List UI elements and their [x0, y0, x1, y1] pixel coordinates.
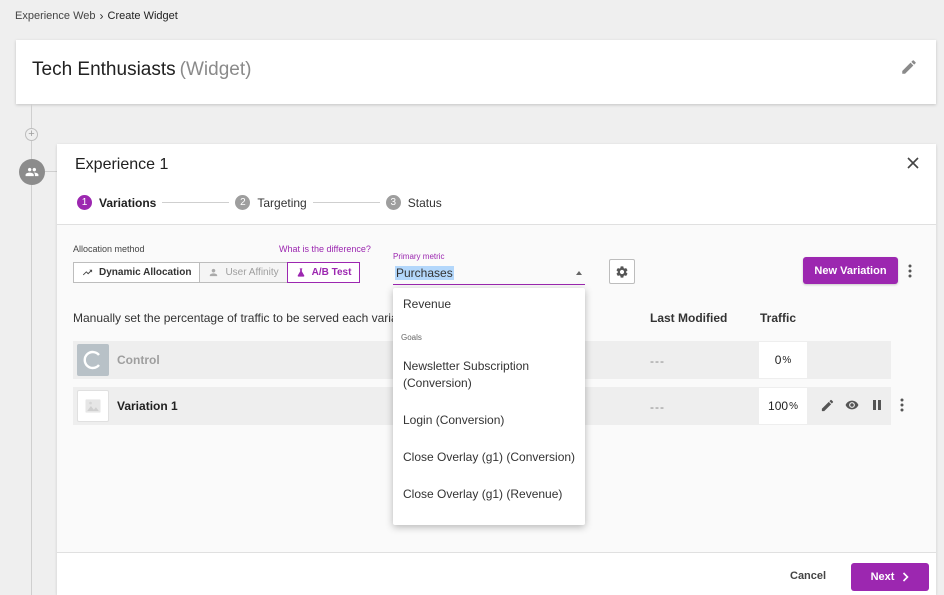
step-number: 2 — [235, 195, 251, 210]
breadcrumb-separator: › — [99, 9, 104, 23]
user-affinity-icon — [210, 268, 218, 277]
page-title: Tech Enthusiasts (Widget) — [32, 59, 251, 81]
next-button-label: Next — [870, 571, 895, 583]
user-affinity-button[interactable]: User Affinity — [200, 262, 287, 283]
primary-metric-label: Primary metric — [393, 252, 445, 261]
last-modified-value: --- — [650, 400, 665, 414]
step-label: Variations — [99, 195, 157, 210]
traffic-unit: % — [789, 400, 798, 412]
divider — [57, 552, 936, 553]
allocation-method-label: Allocation method — [73, 244, 145, 254]
step-number: 1 — [77, 195, 92, 210]
step-connector — [162, 202, 230, 203]
traffic-value: 100 — [768, 399, 789, 413]
pause-icon[interactable] — [869, 396, 885, 414]
breadcrumb-current: Create Widget — [107, 10, 178, 22]
new-variation-button[interactable]: New Variation — [803, 257, 898, 284]
widget-name: Tech Enthusiasts — [32, 59, 176, 80]
traffic-unit: % — [782, 354, 792, 366]
timeline-line — [31, 141, 32, 159]
variation-name: Control — [117, 353, 160, 367]
gear-icon — [616, 265, 628, 278]
close-icon[interactable] — [906, 156, 920, 170]
traffic-value: 0 — [774, 353, 782, 367]
step-number: 3 — [385, 195, 401, 210]
traffic-input[interactable]: 100% — [759, 388, 807, 424]
breadcrumb-parent-link[interactable]: Experience Web — [15, 10, 96, 22]
image-placeholder-icon — [77, 390, 109, 422]
primary-metric-value: Purchases — [395, 266, 454, 280]
allocation-method-toggle: Dynamic Allocation User Affinity A/B Tes… — [73, 262, 361, 283]
next-button[interactable]: Next — [851, 563, 929, 591]
audience-people-icon — [19, 159, 45, 185]
ab-test-button[interactable]: A/B Test — [286, 262, 361, 283]
step-variations[interactable]: 1 Variations — [77, 195, 156, 210]
control-thumbnail-icon — [77, 344, 109, 376]
last-modified-value: --- — [650, 354, 665, 368]
timeline-line — [31, 185, 32, 595]
dropdown-option[interactable]: Close Overlay (g1) (Revenue) — [403, 486, 579, 503]
metric-settings-button[interactable] — [609, 259, 635, 284]
chevron-right-icon — [903, 572, 910, 582]
edit-title-pencil-icon[interactable] — [900, 58, 918, 76]
add-experience-plus-icon[interactable]: + — [25, 128, 38, 141]
step-targeting[interactable]: 2 Targeting — [235, 195, 307, 210]
segment-label: A/B Test — [311, 267, 352, 278]
traffic-instructions: Manually set the percentage of traffic t… — [73, 311, 393, 325]
column-header-last-modified: Last Modified — [650, 311, 728, 325]
step-status[interactable]: 3 Status — [385, 195, 442, 210]
edit-pencil-icon[interactable] — [819, 396, 835, 414]
dropdown-option[interactable]: Close Overlay (g1) (Conversion) — [403, 449, 579, 466]
traffic-input[interactable]: 0% — [759, 342, 807, 378]
widget-header-card: Tech Enthusiasts (Widget) — [16, 40, 936, 104]
primary-metric-dropdown: Revenue Goals Newsletter Subscription (C… — [393, 288, 585, 525]
more-options-icon[interactable] — [894, 396, 910, 414]
row-actions — [819, 396, 910, 414]
preview-eye-icon[interactable] — [844, 396, 860, 414]
cancel-button[interactable]: Cancel — [790, 570, 826, 582]
dynamic-allocation-button[interactable]: Dynamic Allocation — [73, 262, 201, 283]
breadcrumb: Experience Web › Create Widget — [15, 9, 178, 23]
stepper: 1 Variations 2 Targeting 3 Status — [77, 195, 442, 210]
segment-label: User Affinity — [225, 267, 279, 278]
step-label: Targeting — [257, 195, 307, 210]
trending-up-icon — [82, 269, 93, 276]
timeline-line — [31, 104, 32, 128]
dropdown-group-goals: Goals — [401, 333, 422, 342]
experience-title: Experience 1 — [75, 156, 169, 173]
column-header-traffic: Traffic — [760, 311, 797, 325]
dropdown-option-revenue[interactable]: Revenue — [403, 296, 579, 313]
primary-metric-select[interactable]: Purchases — [393, 265, 585, 285]
widget-type-label: (Widget) — [179, 59, 252, 80]
caret-up-icon — [576, 271, 582, 275]
variation-name: Variation 1 — [117, 399, 178, 413]
segment-label: Dynamic Allocation — [99, 267, 192, 278]
dropdown-option[interactable]: Login (Conversion) — [403, 412, 579, 429]
step-connector — [312, 202, 380, 203]
more-options-icon[interactable] — [906, 263, 914, 279]
what-is-the-difference-link[interactable]: What is the difference? — [279, 244, 371, 254]
step-label: Status — [407, 195, 442, 210]
flask-icon — [297, 268, 304, 277]
dropdown-option[interactable]: Newsletter Subscription (Conversion) — [403, 358, 579, 392]
